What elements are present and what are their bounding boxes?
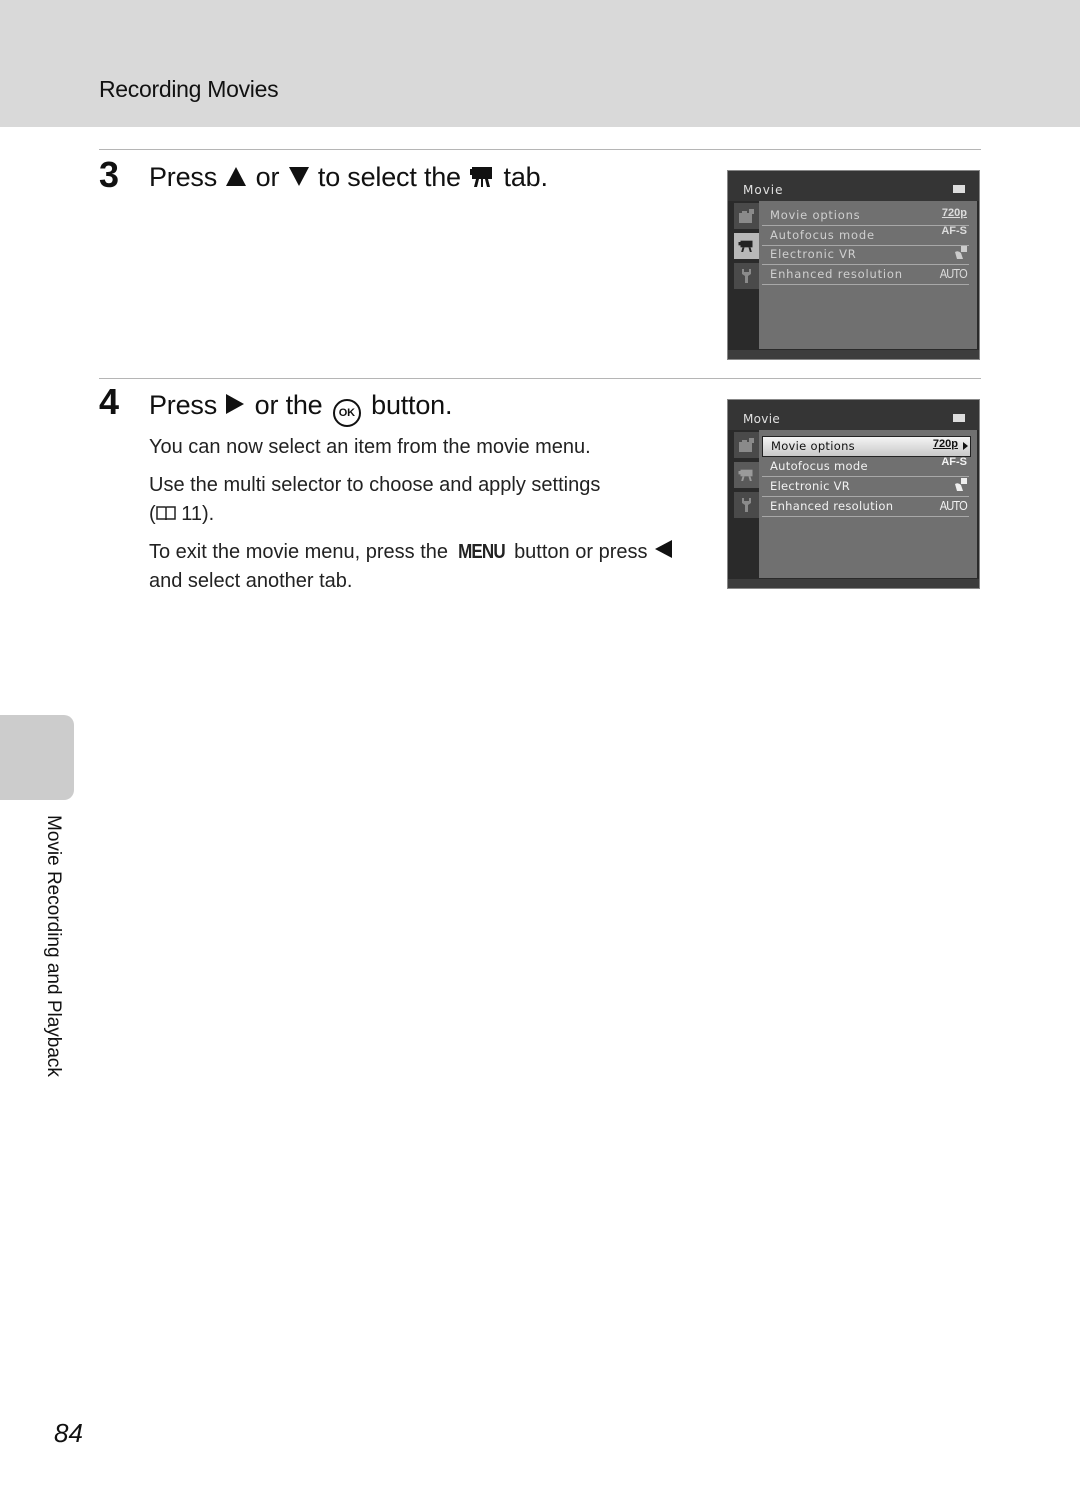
menu-item-label: Autofocus mode — [770, 459, 868, 473]
left-arrow-icon — [655, 540, 673, 558]
paragraph-text: button or press — [514, 541, 648, 563]
step-number: 4 — [99, 381, 120, 422]
right-arrow-icon — [226, 394, 245, 414]
paragraph-text: To exit the movie menu, press the — [149, 541, 449, 563]
chapter-side-label: Movie Recording and Playback — [43, 815, 64, 1077]
book-reference-icon — [155, 506, 176, 521]
movie-tab[interactable] — [734, 233, 759, 259]
submenu-arrow-icon — [963, 442, 968, 450]
paragraph-text: Use the multi selector to choose and app… — [149, 474, 601, 496]
wrench-icon — [742, 269, 751, 283]
header-band — [0, 0, 1080, 127]
menu-item-value: AUTO — [939, 266, 968, 281]
menu-item-label: Enhanced resolution — [770, 267, 903, 281]
af-s-icon: AF-S — [941, 456, 967, 468]
menu-item-label: Movie options — [770, 208, 861, 222]
ok-button-icon: OK — [332, 399, 361, 427]
divider — [99, 378, 981, 379]
menu-item-label: Movie options — [771, 439, 855, 453]
camera-icon — [739, 209, 754, 223]
menu-button-icon: MENU — [457, 541, 506, 563]
screen-title: Movie — [743, 412, 781, 426]
menu-item-electronic-vr[interactable]: Electronic VR — [762, 245, 969, 265]
menu-item-movie-options[interactable]: Movie options 720p — [762, 436, 971, 457]
menu-item-enhanced-resolution[interactable]: Enhanced resolution AUTO — [762, 265, 969, 285]
camera-screen-movie-menu: Movie Movie options 720p Autofocus mode … — [727, 170, 980, 360]
heading-text: Press — [149, 162, 218, 192]
menu-item-label: Electronic VR — [770, 479, 851, 493]
down-arrow-icon — [288, 167, 309, 186]
step-heading: Press or to select the tab. — [149, 164, 548, 191]
menu-item-label: Enhanced resolution — [770, 499, 894, 513]
movie-camera-icon — [738, 469, 753, 481]
shooting-tab[interactable] — [734, 432, 759, 458]
screen-bottom-bar — [728, 350, 979, 359]
menu-item-autofocus-mode[interactable]: Autofocus mode AF-S — [762, 457, 969, 477]
setup-tab[interactable] — [734, 492, 759, 518]
paragraph: To exit the movie menu, press the MENU b… — [149, 538, 709, 596]
heading-text: button. — [371, 390, 453, 420]
paragraph: You can now select an item from the movi… — [149, 436, 591, 458]
screen-bottom-bar — [728, 579, 979, 588]
menu-item-movie-options[interactable]: Movie options 720p — [762, 206, 969, 226]
vr-hand-icon — [953, 478, 967, 495]
menu-item-value: AUTO — [939, 498, 968, 513]
page-reference[interactable]: 11). — [181, 503, 214, 525]
step-heading: Press or the OK button. — [149, 392, 452, 427]
heading-text: or — [255, 162, 280, 192]
screen-title: Movie — [743, 183, 784, 197]
heading-text: tab. — [503, 162, 548, 192]
heading-text: to select the — [317, 162, 461, 192]
menu-item-enhanced-resolution[interactable]: Enhanced resolution AUTO — [762, 497, 969, 517]
movie-camera-icon — [738, 240, 753, 252]
camera-screen-movie-menu-selected: Movie Movie options 720p Autofocus mode … — [727, 399, 980, 589]
battery-icon — [953, 414, 965, 422]
paragraph-text: and select another tab. — [149, 570, 353, 592]
movie-tab-icon — [470, 167, 493, 187]
paragraph-text: ( — [149, 503, 156, 525]
up-arrow-icon — [226, 167, 247, 186]
page-number: 84 — [54, 1418, 83, 1448]
af-s-icon: AF-S — [941, 225, 967, 237]
hd-720p-icon: 720p — [941, 207, 967, 219]
hd-720p-icon: 720p — [932, 438, 958, 450]
vr-hand-icon — [953, 246, 967, 263]
section-title: Recording Movies — [99, 76, 279, 102]
shooting-tab[interactable] — [734, 203, 759, 229]
heading-text: Press — [149, 390, 218, 420]
divider — [99, 149, 981, 150]
menu-item-autofocus-mode[interactable]: Autofocus mode AF-S — [762, 226, 969, 246]
setup-tab[interactable] — [734, 263, 759, 289]
camera-icon — [739, 438, 754, 452]
battery-icon — [953, 185, 965, 193]
menu-item-label: Autofocus mode — [770, 228, 875, 242]
menu-item-label: Electronic VR — [770, 247, 857, 261]
wrench-icon — [742, 498, 751, 512]
movie-tab[interactable] — [734, 462, 759, 488]
paragraph: Use the multi selector to choose and app… — [149, 471, 709, 529]
chapter-side-tab — [0, 715, 74, 800]
heading-text: or the — [254, 390, 323, 420]
step-number: 3 — [99, 154, 120, 195]
menu-item-electronic-vr[interactable]: Electronic VR — [762, 477, 969, 497]
